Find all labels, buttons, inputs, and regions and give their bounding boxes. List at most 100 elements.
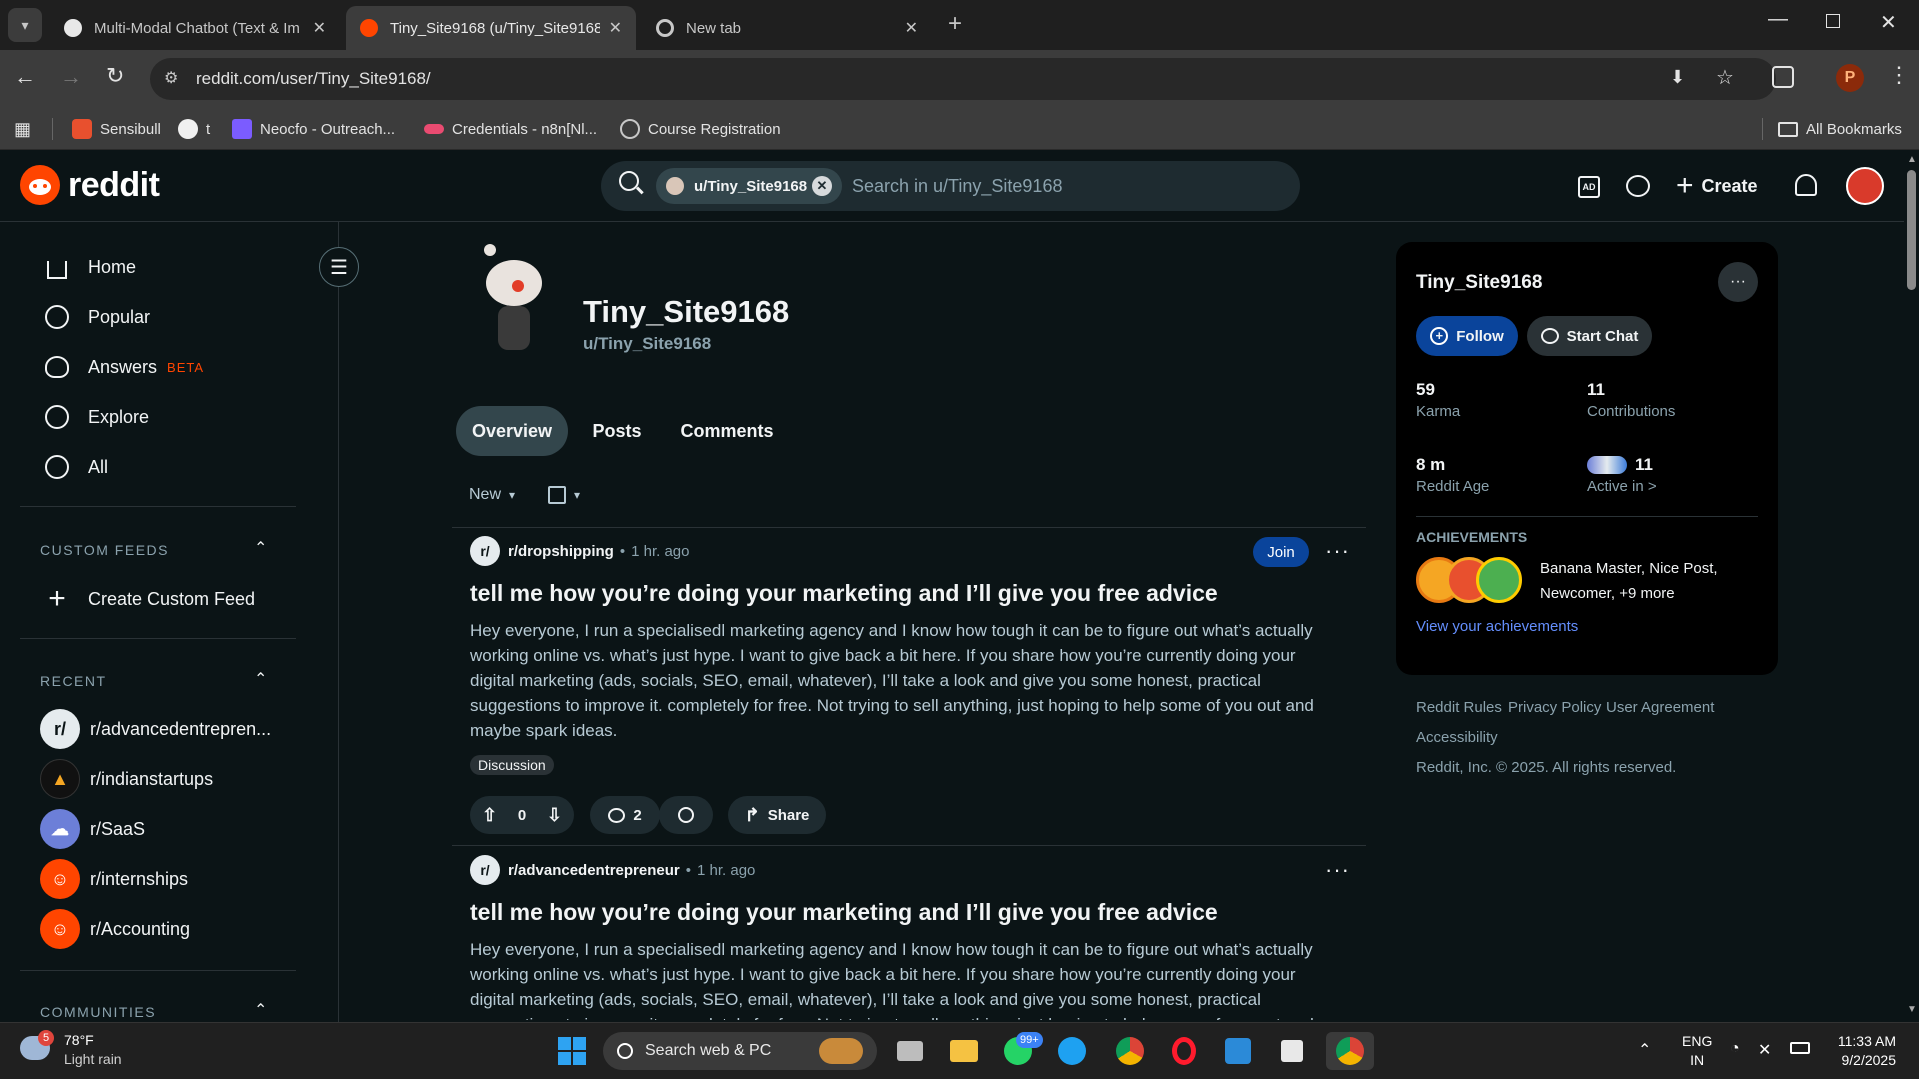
advertise-icon[interactable]: AD	[1578, 176, 1600, 198]
chevron-up-icon[interactable]: ⌃	[254, 669, 267, 689]
post-subreddit-link[interactable]: r/dropshipping	[508, 543, 614, 560]
join-button[interactable]: Join	[1253, 537, 1309, 567]
tab-search-button[interactable]: ▾	[8, 8, 42, 42]
wifi-icon[interactable]: ◔	[1730, 1040, 1740, 1058]
close-icon[interactable]: ✕	[905, 18, 918, 38]
install-app-icon[interactable]: ⬇	[1670, 67, 1685, 88]
upvote-icon[interactable]: ⇧	[482, 805, 497, 826]
bookmark-github[interactable]: t	[178, 116, 210, 142]
address-bar[interactable]: ⚙ reddit.com/user/Tiny_Site9168/ ⬇ ☆	[150, 58, 1776, 100]
comments-button[interactable]: 2	[590, 796, 660, 834]
recent-item-advancedentrepreneur[interactable]: r/ r/advancedentrepren...	[40, 709, 271, 749]
tab-overview[interactable]: Overview	[456, 406, 568, 456]
recent-heading[interactable]: RECENT	[40, 673, 107, 689]
footer-user-agreement[interactable]: User Agreement	[1606, 699, 1714, 716]
create-custom-feed[interactable]: + Create Custom Feed	[40, 579, 255, 619]
card-more-button[interactable]: ···	[1718, 262, 1758, 302]
minimize-button[interactable]: —	[1768, 8, 1788, 31]
tab-posts[interactable]: Posts	[582, 406, 652, 456]
sidebar-item-home[interactable]: Home	[40, 247, 136, 287]
recent-item-indianstartups[interactable]: ▲ r/indianstartups	[40, 759, 213, 799]
clear-chip-icon[interactable]: ✕	[812, 176, 832, 196]
footer-accessibility[interactable]: Accessibility	[1416, 729, 1498, 746]
taskbar-search[interactable]: Search web & PC	[603, 1032, 877, 1070]
start-chat-button[interactable]: Start Chat	[1527, 316, 1652, 356]
collapse-sidebar-button[interactable]: ☰	[319, 247, 359, 287]
close-icon[interactable]: ✕	[609, 18, 622, 38]
browser-tab-newtab[interactable]: New tab ✕	[642, 6, 932, 50]
recent-item-internships[interactable]: ☺ r/internships	[40, 859, 188, 899]
task-view-icon[interactable]	[890, 1032, 930, 1070]
bookmark-course-registration[interactable]: Course Registration	[620, 116, 781, 142]
custom-feeds-heading[interactable]: CUSTOM FEEDS	[40, 542, 169, 558]
chrome-icon[interactable]	[1110, 1032, 1150, 1070]
close-icon[interactable]: ✕	[313, 18, 326, 38]
reddit-logo[interactable]: reddit	[20, 165, 160, 205]
search-scope-chip[interactable]: u/Tiny_Site9168 ✕	[656, 168, 842, 204]
search-input[interactable]: Search in u/Tiny_Site9168	[852, 176, 1062, 197]
browser-menu-icon[interactable]: ⋮	[1888, 62, 1910, 88]
user-avatar[interactable]	[1846, 167, 1884, 205]
post-body[interactable]: Hey everyone, I run a specialisedl marke…	[470, 618, 1340, 743]
view-toggle[interactable]: ▾	[548, 486, 580, 504]
close-window-button[interactable]: ✕	[1880, 10, 1897, 35]
start-button[interactable]	[552, 1032, 592, 1070]
chat-icon[interactable]	[1626, 175, 1650, 197]
footer-privacy-policy[interactable]: Privacy Policy	[1508, 699, 1601, 716]
bookmark-neocfo[interactable]: Neocfo - Outreach...	[232, 116, 395, 142]
scroll-down-arrow[interactable]: ▼	[1907, 1004, 1917, 1015]
sidebar-item-answers[interactable]: Answers BETA	[40, 347, 204, 387]
opera-icon[interactable]	[1164, 1032, 1204, 1070]
clock[interactable]: 11:33 AM 9/2/2025	[1822, 1032, 1896, 1070]
sidebar-item-all[interactable]: All	[40, 447, 108, 487]
profile-avatar[interactable]: P	[1836, 64, 1864, 92]
app-icon[interactable]	[1272, 1032, 1312, 1070]
bookmark-sensibull[interactable]: Sensibull	[72, 116, 161, 142]
forward-button[interactable]: →	[60, 64, 82, 90]
reload-button[interactable]: ↻	[106, 63, 124, 89]
post-flair[interactable]: Discussion	[470, 755, 554, 775]
chrome-active-icon[interactable]	[1326, 1032, 1374, 1070]
extensions-icon[interactable]	[1772, 66, 1794, 88]
notifications-icon[interactable]	[1795, 174, 1817, 196]
award-button[interactable]	[659, 796, 713, 834]
footer-reddit-rules[interactable]: Reddit Rules	[1416, 699, 1502, 716]
sort-dropdown[interactable]: New ▾	[469, 486, 515, 504]
scroll-up-arrow[interactable]: ▲	[1907, 154, 1917, 165]
back-button[interactable]: ←	[14, 64, 36, 90]
downvote-icon[interactable]: ⇩	[547, 805, 562, 826]
new-tab-button[interactable]: +	[948, 10, 962, 38]
post-overflow-menu[interactable]: ···	[1325, 538, 1350, 564]
recent-item-saas[interactable]: ☁ r/SaaS	[40, 809, 145, 849]
browser-tab-profile[interactable]: Tiny_Site9168 (u/Tiny_Site9168) ✕	[346, 6, 636, 50]
subreddit-icon[interactable]: r/	[470, 855, 500, 885]
restore-button[interactable]	[1826, 14, 1840, 28]
share-button[interactable]: ↱ Share	[728, 796, 826, 834]
recent-item-accounting[interactable]: ☺ r/Accounting	[40, 909, 190, 949]
bookmark-n8n[interactable]: Credentials - n8n[Nl...	[424, 116, 597, 142]
tab-comments[interactable]: Comments	[670, 406, 784, 456]
language-indicator[interactable]: ENG IN	[1682, 1032, 1712, 1070]
subreddit-icon[interactable]: r/	[470, 536, 500, 566]
all-bookmarks[interactable]: All Bookmarks	[1778, 116, 1902, 142]
sidebar-item-popular[interactable]: Popular	[40, 297, 150, 337]
post-body[interactable]: Hey everyone, I run a specialisedl marke…	[470, 937, 1340, 1020]
view-achievements-link[interactable]: View your achievements	[1416, 618, 1578, 635]
post-title[interactable]: tell me how you’re doing your marketing …	[470, 899, 1218, 926]
chevron-up-icon[interactable]: ⌃	[254, 538, 267, 558]
vscode-icon[interactable]	[1218, 1032, 1258, 1070]
create-button[interactable]: + Create	[1676, 166, 1758, 206]
edge-icon[interactable]	[1052, 1032, 1092, 1070]
whatsapp-icon[interactable]: 99+	[998, 1032, 1043, 1070]
page-scrollbar[interactable]: ▲ ▼	[1904, 152, 1919, 1022]
site-info-icon[interactable]: ⚙	[164, 68, 178, 88]
battery-icon[interactable]	[1790, 1042, 1810, 1054]
file-explorer-icon[interactable]	[944, 1032, 984, 1070]
follow-button[interactable]: + Follow	[1416, 316, 1518, 356]
browser-tab-chatbot[interactable]: Multi-Modal Chatbot (Text & Im ✕	[50, 6, 340, 50]
volume-muted-icon[interactable]: ✕	[1758, 1040, 1771, 1060]
sidebar-item-explore[interactable]: Explore	[40, 397, 149, 437]
apps-icon[interactable]: ▦	[14, 116, 31, 142]
chevron-up-icon[interactable]: ⌃	[254, 1000, 267, 1020]
post-overflow-menu[interactable]: ···	[1325, 857, 1350, 883]
